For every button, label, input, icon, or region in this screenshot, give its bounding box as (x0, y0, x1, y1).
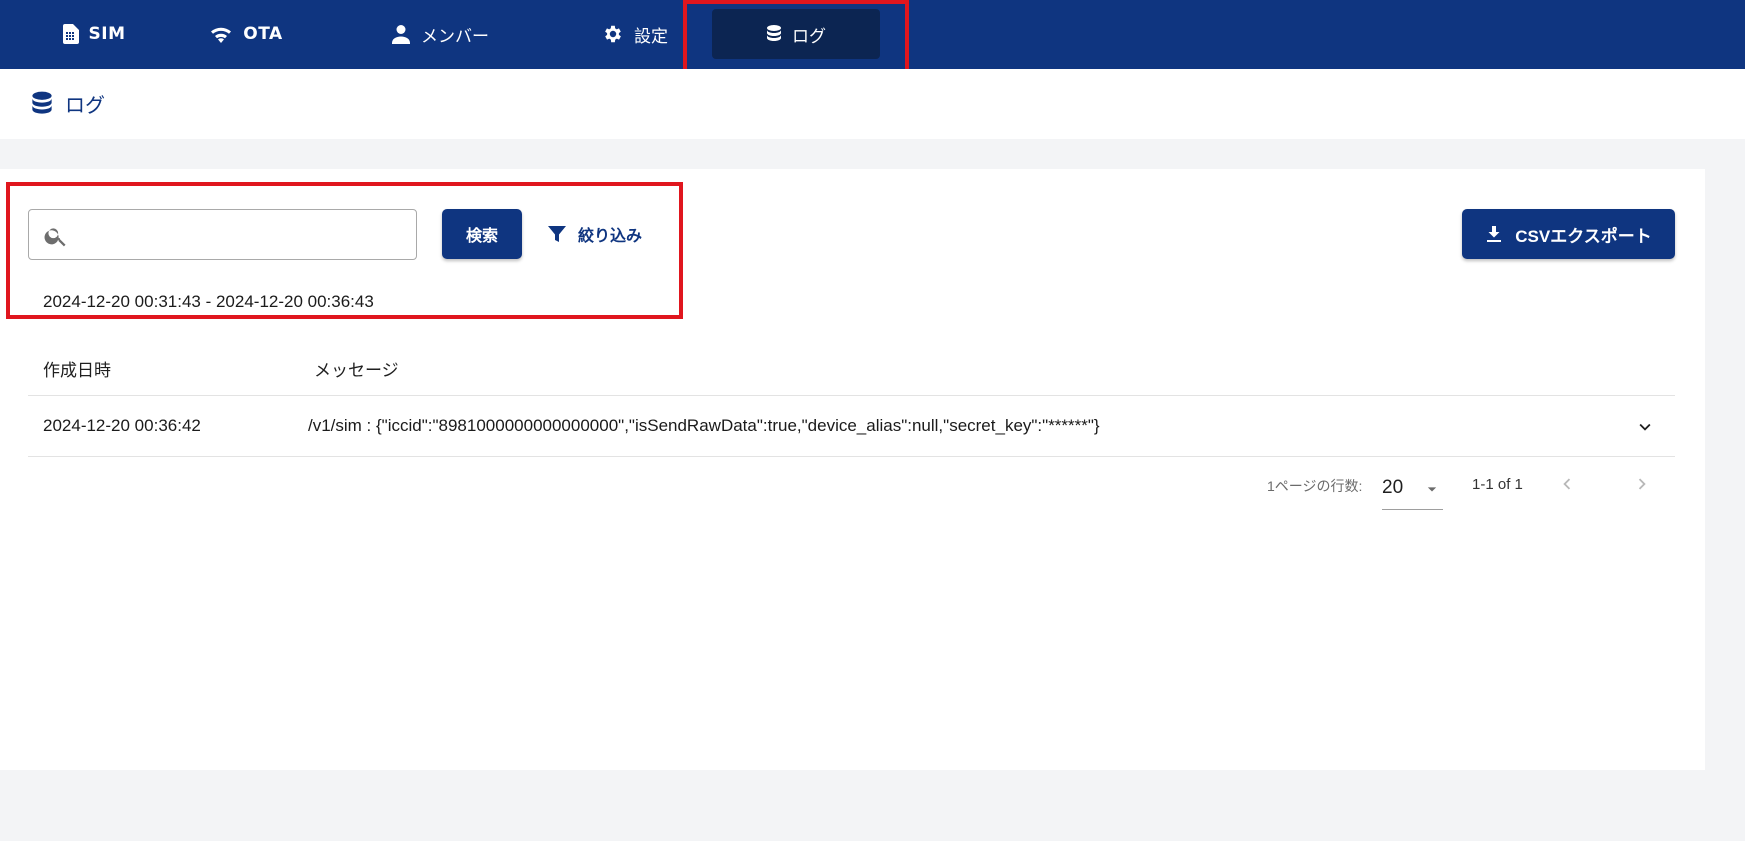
nav-item-label: メンバー (421, 26, 489, 47)
csv-export-label: CSVエクスポート (1515, 226, 1652, 246)
nav-item-settings[interactable]: 設定 (585, 9, 685, 59)
column-header-message: メッセージ (314, 361, 399, 381)
person-icon (392, 25, 410, 44)
table-divider (28, 456, 1675, 457)
nav-item-ota[interactable]: OTA (196, 9, 296, 59)
rows-per-page-select[interactable]: 20 (1382, 470, 1443, 510)
cell-created-at: 2024-12-20 00:36:42 (43, 416, 201, 435)
gear-icon (605, 25, 621, 43)
download-icon (1487, 226, 1502, 242)
rows-per-page-value: 20 (1382, 477, 1404, 498)
nav-item-members[interactable]: メンバー (370, 9, 510, 59)
chevron-right-icon (1638, 478, 1646, 490)
dropdown-arrow-icon (1427, 487, 1437, 492)
pagination-range: 1-1 of 1 (1472, 476, 1523, 493)
next-page-button[interactable] (1631, 471, 1653, 501)
nav-item-label: SIM (88, 24, 126, 44)
rows-per-page-label: 1ページの行数: (1267, 478, 1363, 494)
previous-page-button[interactable] (1556, 471, 1578, 501)
table-divider (28, 395, 1675, 396)
page-header: ログ (0, 69, 1745, 139)
nav-item-sim[interactable]: SIM (28, 9, 158, 59)
database-icon (32, 91, 52, 114)
nav-item-label: 設定 (634, 26, 668, 47)
cell-message: /v1/sim : {"iccid":"8981000000000000000"… (308, 416, 1100, 435)
csv-export-button[interactable]: CSVエクスポート (1462, 209, 1675, 259)
wifi-icon (211, 27, 232, 43)
page-title-group: ログ (31, 89, 105, 118)
column-header-created: 作成日時 (43, 361, 111, 381)
page-title: ログ (65, 93, 105, 117)
nav-item-label: OTA (243, 24, 283, 44)
chevron-left-icon (1563, 478, 1571, 490)
expand-row-button[interactable] (1632, 416, 1658, 442)
sim-card-icon (62, 24, 79, 44)
highlight-box-search (6, 182, 683, 319)
chevron-down-icon (1639, 423, 1651, 431)
